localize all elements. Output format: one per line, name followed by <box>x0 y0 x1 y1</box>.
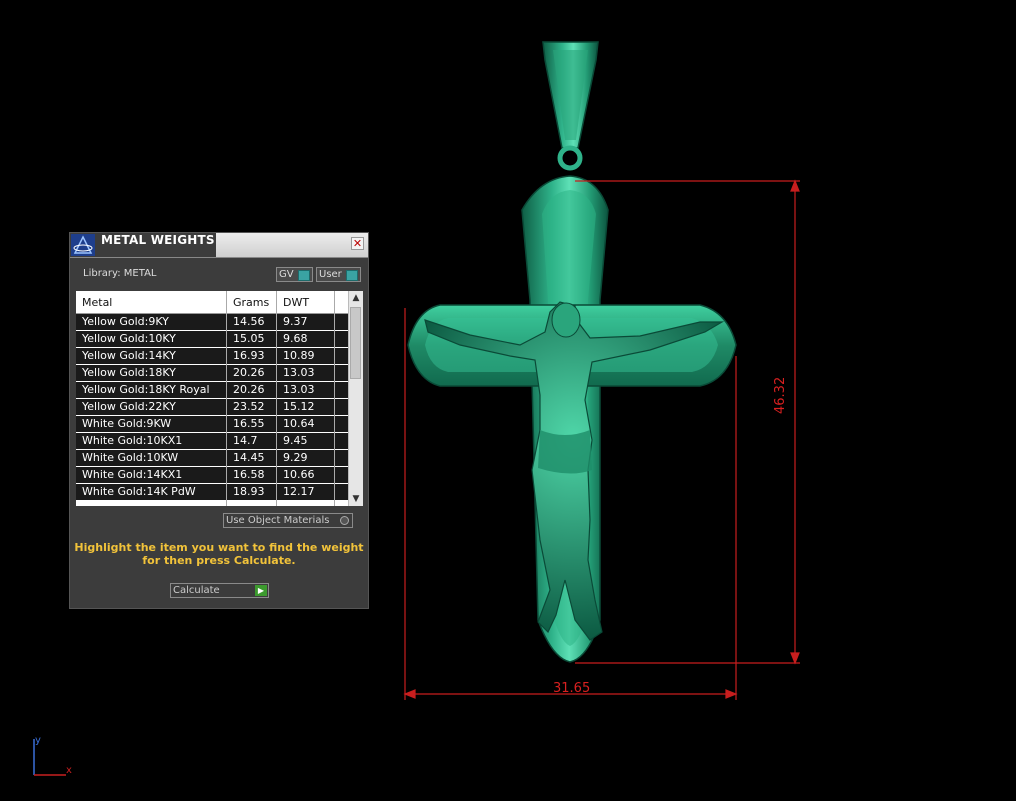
table-row[interactable]: White Gold:10KX1 14.7 9.45 <box>76 433 348 450</box>
matrix-logo-icon <box>71 234 95 256</box>
cell-metal: White Gold:14K PdW <box>82 485 196 498</box>
axis-indicator: y x <box>30 735 80 780</box>
table-header: Metal Grams DWT <box>76 291 348 314</box>
cell-metal: White Gold:10KW <box>82 451 179 464</box>
cross-pendant <box>407 175 737 663</box>
scroll-down-icon[interactable]: ▼ <box>351 493 361 505</box>
panel-titlebar[interactable]: METAL WEIGHTS ✕ <box>70 233 368 258</box>
metal-weights-panel: METAL WEIGHTS ✕ Library: METAL GV User M… <box>69 232 369 609</box>
cell-grams: 14.45 <box>233 451 265 464</box>
height-dimension-label: 46.32 <box>773 376 788 414</box>
cell-dwt: 9.29 <box>283 451 308 464</box>
cell-dwt: 10.89 <box>283 349 315 362</box>
cell-metal: Yellow Gold:10KY <box>82 332 176 345</box>
cell-grams: 15.05 <box>233 332 265 345</box>
table-row[interactable]: Yellow Gold:10KY 15.05 9.68 <box>76 331 348 348</box>
panel-title: METAL WEIGHTS <box>101 233 215 247</box>
pendant-bail <box>542 41 599 171</box>
column-header-dwt[interactable]: DWT <box>283 296 309 309</box>
calculate-button[interactable]: Calculate ▶ <box>170 583 269 598</box>
table-row[interactable]: White Gold:14KX1 16.58 10.66 <box>76 467 348 484</box>
cell-grams: 16.93 <box>233 349 265 362</box>
column-header-grams[interactable]: Grams <box>233 296 269 309</box>
table-row[interactable]: Yellow Gold:14KY 16.93 10.89 <box>76 348 348 365</box>
use-object-materials-toggle[interactable]: Use Object Materials <box>223 513 353 528</box>
cell-metal: White Gold:14KX1 <box>82 468 183 481</box>
metal-weights-table[interactable]: Metal Grams DWT Yellow Gold:9KY 14.56 9.37… <box>76 291 363 506</box>
cell-dwt: 9.37 <box>283 315 308 328</box>
cell-metal: Yellow Gold:22KY <box>82 400 176 413</box>
cell-dwt: 12.17 <box>283 485 315 498</box>
cell-metal: Yellow Gold:14KY <box>82 349 176 362</box>
instruction-line-2: for then press Calculate. <box>142 554 296 567</box>
width-dimension-label: 31.65 <box>553 681 591 696</box>
gv-toggle-label: GV <box>279 269 294 280</box>
table-row[interactable]: Yellow Gold:9KY 14.56 9.37 <box>76 314 348 331</box>
cell-grams: 23.52 <box>233 400 265 413</box>
cell-metal: Yellow Gold:18KY <box>82 366 176 379</box>
cell-grams: 16.58 <box>233 468 265 481</box>
gv-toggle[interactable]: GV <box>276 267 313 282</box>
table-row[interactable]: White Gold:10KW 14.45 9.29 <box>76 450 348 467</box>
use-object-materials-label: Use Object Materials <box>226 515 330 526</box>
cell-grams: 14.56 <box>233 315 265 328</box>
toggle-switch-icon <box>298 270 310 281</box>
axis-x-label: x <box>66 765 72 776</box>
table-row[interactable]: Yellow Gold:22KY 23.52 15.12 <box>76 399 348 416</box>
cell-grams: 16.55 <box>233 417 265 430</box>
cell-grams: 14.7 <box>233 434 258 447</box>
cell-dwt: 13.03 <box>283 366 315 379</box>
calculate-label: Calculate <box>173 585 220 596</box>
cell-dwt: 13.03 <box>283 383 315 396</box>
scroll-up-icon[interactable]: ▲ <box>351 292 361 304</box>
cell-dwt: 15.12 <box>283 400 315 413</box>
cell-metal: White Gold:10KX1 <box>82 434 183 447</box>
column-header-metal[interactable]: Metal <box>82 296 112 309</box>
cell-dwt: 9.45 <box>283 434 308 447</box>
axis-y-label: y <box>35 735 41 746</box>
cell-grams: 20.26 <box>233 366 265 379</box>
cell-grams: 20.26 <box>233 383 265 396</box>
table-row[interactable]: White Gold:9KW 16.55 10.64 <box>76 416 348 433</box>
cell-grams: 18.93 <box>233 485 265 498</box>
table-row[interactable]: Yellow Gold:18KY 20.26 13.03 <box>76 365 348 382</box>
user-toggle-label: User <box>319 269 342 280</box>
cell-metal: Yellow Gold:18KY Royal <box>82 383 210 396</box>
cell-dwt: 10.64 <box>283 417 315 430</box>
table-row[interactable]: White Gold:14K PdW 18.93 12.17 <box>76 484 348 501</box>
cell-dwt: 9.68 <box>283 332 308 345</box>
user-toggle[interactable]: User <box>316 267 361 282</box>
instruction-text: Highlight the item you want to find the … <box>70 541 368 567</box>
cell-metal: White Gold:9KW <box>82 417 172 430</box>
radio-icon <box>340 516 349 525</box>
play-arrow-icon: ▶ <box>255 585 267 596</box>
close-button[interactable]: ✕ <box>351 237 364 250</box>
table-body: Yellow Gold:9KY 14.56 9.37 Yellow Gold:10KY… <box>76 314 348 501</box>
table-scrollbar[interactable]: ▲ ▼ <box>348 291 363 506</box>
instruction-line-1: Highlight the item you want to find the … <box>74 541 364 554</box>
table-row[interactable]: Yellow Gold:18KY Royal 20.26 13.03 <box>76 382 348 399</box>
cell-metal: Yellow Gold:9KY <box>82 315 169 328</box>
cell-dwt: 10.66 <box>283 468 315 481</box>
library-label: Library: METAL <box>83 268 157 279</box>
scroll-thumb[interactable] <box>350 307 361 379</box>
toggle-switch-icon <box>346 270 358 281</box>
